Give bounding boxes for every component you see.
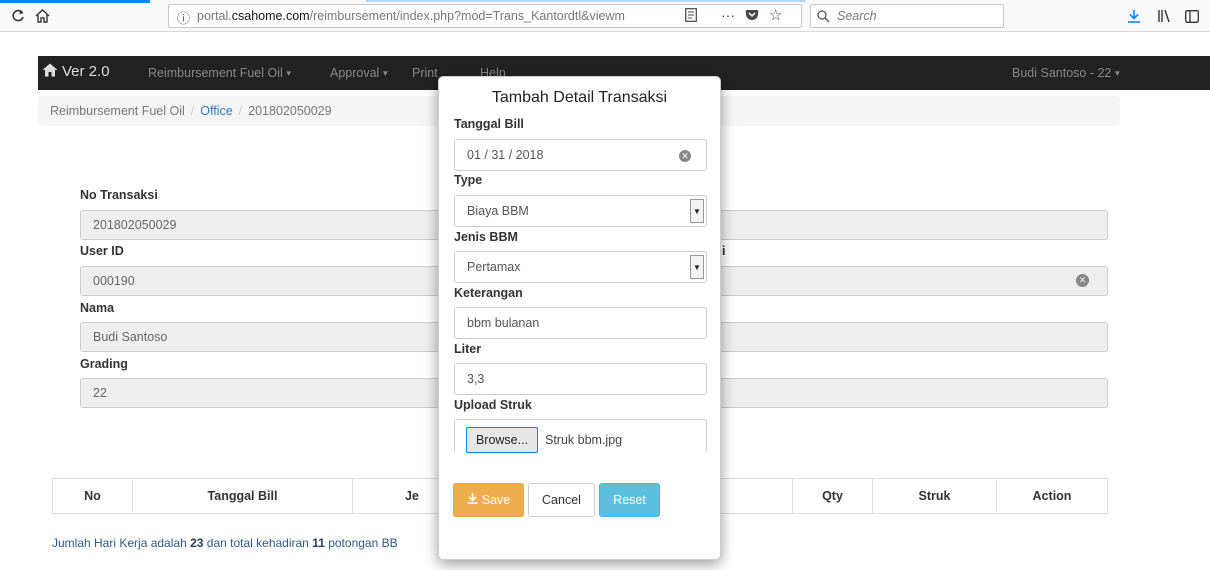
modal-title: Tambah Detail Transaksi [491, 89, 668, 106]
cancel-button[interactable]: Cancel [528, 483, 595, 517]
hari-kerja-count: 23 [190, 536, 204, 550]
nav-label: Approval [330, 66, 380, 80]
library-icon[interactable] [1154, 6, 1174, 26]
save-button[interactable]: Save [453, 483, 524, 517]
liter-label: Liter [454, 342, 482, 356]
col-qty[interactable]: Qty [793, 479, 873, 513]
jenis-bbm-select[interactable]: Pertamax ▼ [454, 251, 707, 283]
footer-summary: Jumlah Hari Kerja adalah 23 dan total ke… [52, 536, 398, 550]
jenis-bbm-value: Pertamax [467, 260, 521, 274]
user-menu[interactable]: Budi Santoso - 22 ▼ [1012, 66, 1121, 80]
url-bar[interactable]: ⓘ portal.csahome.com/reimbursement/index… [168, 4, 802, 28]
col-tanggal-bill[interactable]: Tanggal Bill [133, 479, 353, 513]
url-text[interactable]: portal.csahome.com/reimbursement/index.p… [197, 9, 667, 23]
home-icon[interactable] [32, 6, 52, 26]
footer-middle: dan total kehadiran [203, 536, 313, 550]
selected-file-name: Struk bbm.jpg [545, 433, 623, 447]
browse-button[interactable]: Browse... [466, 427, 538, 453]
breadcrumb-separator: / [238, 104, 243, 118]
grading-label: Grading [80, 357, 128, 371]
search-placeholder: Search [837, 9, 877, 23]
reset-button[interactable]: Reset [599, 483, 660, 517]
add-transaction-detail-modal: Tambah Detail Transaksi Tanggal Bill 01 … [438, 76, 721, 560]
kehadiran-count: 11 [312, 536, 325, 550]
reader-view-icon[interactable] [685, 8, 697, 25]
save-label: Save [481, 493, 511, 507]
tab-indicator [366, 0, 806, 2]
user-id-label: User ID [80, 244, 124, 258]
footer-prefix: Jumlah Hari Kerja adalah [52, 536, 191, 550]
tanggal-bill-value: 01 / 31 / 2018 [467, 148, 544, 162]
nama-label: Nama [80, 301, 115, 315]
nav-label: Reimbursement Fuel Oil [148, 66, 283, 80]
col-struk[interactable]: Struk [873, 479, 997, 513]
breadcrumb-separator: / [190, 104, 195, 118]
brand-label: Ver 2.0 [62, 63, 110, 80]
keterangan-input[interactable]: bbm bulanan [454, 307, 707, 339]
bookmark-star-icon[interactable]: ☆ [769, 6, 782, 24]
upload-struk-label: Upload Struk [454, 398, 532, 412]
reload-icon[interactable] [8, 6, 28, 26]
tanggal-bill-input[interactable]: 01 / 31 / 2018 ✕ [454, 139, 707, 171]
caret-down-icon: ▼ [1113, 69, 1122, 79]
caret-down-icon: ▼ [284, 69, 293, 79]
footer-suffix: potongan BB [324, 536, 398, 550]
sidebar-icon[interactable] [1182, 6, 1202, 26]
caret-down-icon: ▼ [381, 69, 390, 79]
nav-approval[interactable]: Approval ▼ [330, 66, 389, 80]
nav-print[interactable]: Print [412, 66, 438, 80]
type-label: Type [454, 173, 483, 187]
user-label: Budi Santoso - 22 [1012, 66, 1112, 80]
clear-icon[interactable]: ✕ [1076, 274, 1089, 287]
type-value: Biaya BBM [467, 204, 529, 218]
info-icon[interactable]: ⓘ [177, 8, 190, 27]
search-bar[interactable]: Search [810, 4, 1004, 28]
dropdown-arrow-icon[interactable]: ▼ [690, 199, 704, 223]
user-id-value: 000190 [93, 274, 135, 288]
clear-date-icon[interactable]: ✕ [679, 150, 691, 162]
home-icon [42, 63, 58, 80]
download-icon [467, 493, 478, 507]
nav-reimbursement-fuel-oil[interactable]: Reimbursement Fuel Oil ▼ [148, 66, 293, 80]
active-tab-indicator [0, 0, 150, 3]
more-actions-icon[interactable]: ··· [721, 7, 735, 23]
tanggal-bill-label: Tanggal Bill [454, 117, 524, 131]
no-transaksi-label: No Transaksi [80, 188, 158, 202]
keterangan-label: Keterangan [454, 286, 523, 300]
liter-input[interactable]: 3,3 [454, 363, 707, 395]
search-icon [817, 7, 830, 26]
upload-struk-field: Browse... Struk bbm.jpg [454, 419, 707, 453]
browser-toolbar: ⓘ portal.csahome.com/reimbursement/index… [0, 0, 1210, 32]
pocket-icon[interactable] [745, 8, 759, 25]
breadcrumb-item-transaction: 201802050029 [248, 104, 332, 118]
col-action[interactable]: Action [997, 479, 1107, 513]
partial-label: i [722, 244, 726, 258]
type-select[interactable]: Biaya BBM ▼ [454, 195, 707, 227]
brand-link[interactable]: Ver 2.0 [42, 63, 110, 80]
dropdown-arrow-icon[interactable]: ▼ [690, 255, 704, 279]
jenis-bbm-label: Jenis BBM [454, 230, 518, 244]
col-no[interactable]: No [53, 479, 133, 513]
breadcrumb-item-reimbursement[interactable]: Reimbursement Fuel Oil [50, 104, 185, 118]
breadcrumb-item-office[interactable]: Office [200, 104, 232, 118]
download-icon[interactable] [1124, 6, 1144, 26]
